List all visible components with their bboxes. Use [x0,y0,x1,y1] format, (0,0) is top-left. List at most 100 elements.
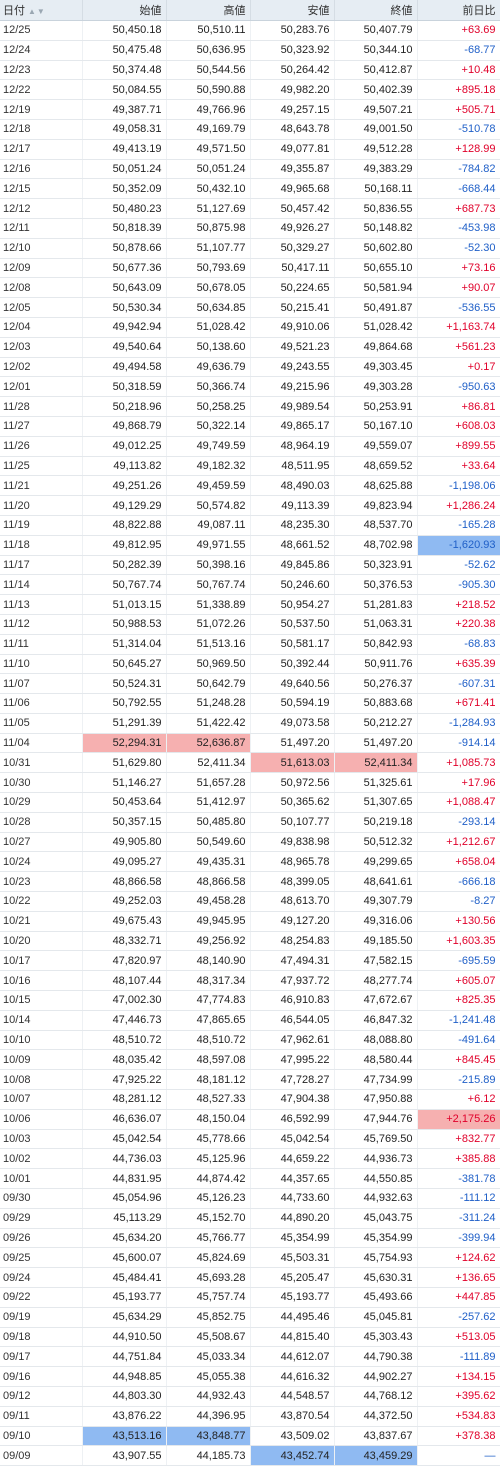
change-cell: +534.83 [417,1406,500,1427]
change-cell: -1,620.93 [417,535,500,556]
change-cell: -668.44 [417,178,500,200]
close-cell: 50,883.68 [334,693,418,714]
low-cell: 45,042.54 [250,1129,335,1150]
close-cell: 50,219.18 [334,812,418,833]
table-row: 09/19 45,634.29 45,852.75 44,495.46 45,045.8… [0,1307,500,1328]
low-cell: 50,972.56 [250,772,335,794]
date-cell: 12/03 [0,337,83,358]
date-cell: 12/15 [0,178,83,200]
table-row: 11/19 48,822.88 49,087.11 48,235.30 48,537.7… [0,515,500,536]
table-row: 09/26 45,634.20 45,766.77 45,354.99 45,354.9… [0,1228,500,1249]
open-cell: 46,636.07 [82,1109,167,1130]
low-cell: 43,452.74 [250,1445,335,1466]
open-cell: 43,513.16 [82,1426,167,1447]
low-cell: 47,728.27 [250,1069,335,1091]
low-cell: 47,494.31 [250,950,335,972]
close-cell: 48,537.70 [334,515,418,536]
open-cell: 51,629.80 [82,752,167,774]
date-cell: 09/18 [0,1327,83,1348]
change-cell: +130.56 [417,911,500,932]
low-cell: 45,503.31 [250,1247,335,1269]
open-cell: 48,332.71 [82,931,167,952]
close-cell: 49,512.28 [334,139,418,160]
high-cell: 51,028.42 [166,317,251,338]
date-cell: 10/16 [0,970,83,992]
date-cell: 12/12 [0,198,83,219]
change-cell: -52.30 [417,238,500,259]
open-cell: 49,095.27 [82,851,167,873]
close-cell: 51,307.65 [334,792,418,813]
open-cell: 49,387.71 [82,99,167,120]
close-cell: 48,277.74 [334,970,418,992]
high-cell: 50,544.56 [166,60,251,81]
low-cell: 50,215.41 [250,297,335,318]
table-row: 09/29 45,113.29 45,152.70 44,890.20 45,043.7… [0,1208,500,1229]
date-cell: 12/09 [0,258,83,279]
open-cell: 50,677.36 [82,258,167,279]
open-cell: 45,634.29 [82,1307,167,1328]
low-cell: 49,982.20 [250,79,335,101]
date-cell: 10/01 [0,1168,83,1190]
table-row: 11/25 49,113.82 49,182.32 48,511.95 48,659.5… [0,456,500,477]
change-cell: +899.55 [417,436,500,457]
table-row: 09/11 43,876.22 44,396.95 43,870.54 44,372.5… [0,1406,500,1427]
open-cell: 48,107.44 [82,970,167,992]
high-cell: 47,865.65 [166,1010,251,1031]
change-cell: -453.98 [417,218,500,239]
open-cell: 50,818.39 [82,218,167,239]
low-cell: 50,392.44 [250,654,335,675]
change-cell: +687.73 [417,198,500,219]
date-cell: 10/30 [0,772,83,794]
change-cell: +17.96 [417,772,500,794]
high-cell: 44,874.42 [166,1168,251,1190]
date-cell: 12/02 [0,357,83,378]
open-cell: 50,530.34 [82,297,167,318]
date-cell: 11/13 [0,594,83,615]
high-cell: 45,693.28 [166,1267,251,1288]
change-cell: +608.03 [417,416,500,437]
open-cell: 45,113.29 [82,1208,167,1229]
table-row: 10/27 49,905.80 50,549.60 49,838.98 50,512.3… [0,832,500,853]
table-row: 10/01 44,831.95 44,874.42 44,357.65 44,550.8… [0,1168,500,1190]
change-cell: +513.05 [417,1327,500,1348]
table-row: 10/02 44,736.03 45,125.96 44,659.22 44,936.7… [0,1148,500,1170]
date-cell: 12/19 [0,99,83,120]
change-cell: -695.59 [417,950,500,972]
low-cell: 44,733.60 [250,1188,335,1209]
sort-up-down-icon[interactable]: ▲▼ [28,7,46,16]
close-cell: 45,303.43 [334,1327,418,1348]
date-cell: 12/16 [0,159,83,180]
high-cell: 45,852.75 [166,1307,251,1328]
high-cell: 50,366.74 [166,376,251,398]
close-cell: 49,507.21 [334,99,418,120]
change-cell: +671.41 [417,693,500,714]
high-cell: 48,597.08 [166,1049,251,1071]
change-cell: -257.62 [417,1307,500,1328]
table-row: 09/24 45,484.41 45,693.28 45,205.47 45,630.3… [0,1267,500,1288]
change-cell: +1,163.74 [417,317,500,338]
low-cell: 49,113.39 [250,495,335,516]
close-cell: 43,459.29 [334,1445,418,1466]
change-cell: +134.15 [417,1366,500,1387]
change-cell: +63.69 [417,20,500,41]
change-cell: -914.14 [417,733,500,754]
table-body: 12/25 50,450.18 50,510.11 50,283.76 50,407.7… [0,20,500,1466]
change-cell: -293.14 [417,812,500,833]
date-cell: 12/18 [0,119,83,140]
high-cell: 48,317.34 [166,970,251,992]
table-row: 12/04 49,942.94 51,028.42 49,910.06 51,028.4… [0,317,500,338]
low-cell: 50,224.65 [250,277,335,299]
open-cell: 50,480.23 [82,198,167,219]
low-cell: 49,926.27 [250,218,335,239]
high-cell: 45,055.38 [166,1366,251,1387]
open-cell: 49,129.29 [82,495,167,516]
open-cell: 49,012.25 [82,436,167,457]
close-cell: 49,001.50 [334,119,418,140]
header-row: 日付 ▲▼ 始値 高値 安値 終値 前日比 [0,0,500,21]
change-cell: -111.12 [417,1188,500,1209]
close-cell: 45,354.99 [334,1228,418,1249]
close-cell: 45,043.75 [334,1208,418,1229]
low-cell: 48,399.05 [250,871,335,893]
change-cell: -215.89 [417,1069,500,1091]
column-header-date[interactable]: 日付 ▲▼ [0,0,83,21]
